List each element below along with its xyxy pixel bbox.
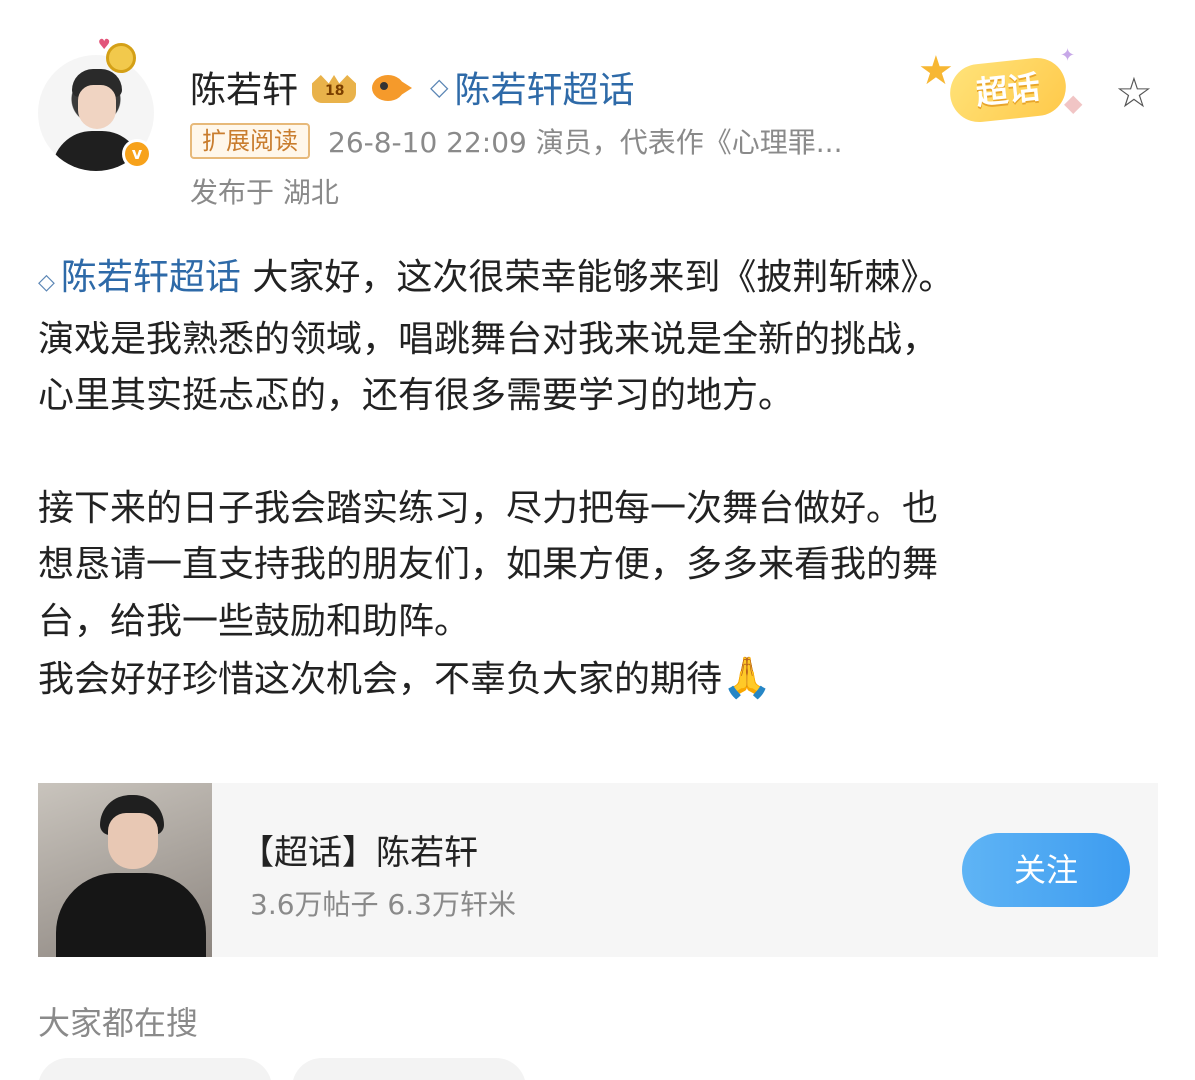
favorite-star-icon[interactable]: ☆ [1110, 69, 1158, 117]
author-name[interactable]: 陈若轩 [190, 61, 298, 113]
gem-icon: ◆ [1064, 89, 1083, 117]
verified-badge-icon: v [122, 139, 152, 169]
search-chip[interactable] [292, 1058, 526, 1080]
super-topic-link[interactable]: ◇ 陈若轩超话 [430, 61, 634, 113]
content-line-1: ◇ 陈若轩超话 大家好，这次很荣幸能够来到《披荆斩棘》。 [38, 250, 1158, 312]
meta-row: 扩展阅读 26-8-10 22:09 演员，代表作《心理罪... [190, 121, 842, 161]
post-location: 发布于 湖北 [190, 176, 339, 209]
name-row: 陈若轩 18 ◇ 陈若轩超话 [190, 63, 635, 111]
super-topic-badge[interactable]: ★ 超话 ✦ ◆ [914, 45, 1114, 135]
inline-topic-link[interactable]: ◇ 陈若轩超话 [38, 257, 241, 298]
pray-emoji-icon: 🙏 [722, 655, 772, 701]
content-line-2: 演戏是我熟悉的领域，唱跳舞台对我来说是全新的挑战， [38, 318, 939, 360]
author-avatar[interactable]: ♥ v [38, 37, 154, 171]
sparkle-icon: ✦ [1060, 45, 1076, 66]
content-line-1-text: 大家好，这次很荣幸能够来到《披荆斩棘》。 [240, 257, 955, 298]
post-header: ♥ v 陈若轩 18 ◇ 陈若轩超话 扩展阅读 26-8-10 22:09 演员… [38, 37, 1168, 215]
search-chip[interactable] [38, 1058, 272, 1080]
post-content: ◇ 陈若轩超话 大家好，这次很荣幸能够来到《披荆斩棘》。 演戏是我熟悉的领域，唱跳… [38, 250, 1158, 709]
content-line-7: 我会好好珍惜这次机会，不辜负大家的期待🙏 [38, 650, 1158, 709]
content-line-7-text: 我会好好珍惜这次机会，不辜负大家的期待 [38, 659, 723, 700]
expand-reading-tag[interactable]: 扩展阅读 [190, 123, 310, 159]
super-topic-label: 陈若轩超话 [454, 70, 635, 111]
content-line-5: 想恳请一直支持我的朋友们，如果方便，多多来看我的舞 [38, 544, 939, 585]
card-title: 【超话】陈若轩 [240, 833, 478, 873]
crown-level-icon[interactable]: 18 [308, 67, 360, 107]
content-line-4: 接下来的日子我会踏实练习，尽力把每一次舞台做好。也 [38, 487, 939, 529]
card-stats: 3.6万帖子 6.3万轩米 [250, 888, 516, 921]
avatar-face [78, 85, 116, 129]
avatar-pendant-icon: ♥ [98, 37, 142, 77]
trending-search-title: 大家都在搜 [38, 1004, 199, 1042]
inline-topic-label: 陈若轩超话 [60, 257, 241, 298]
follow-button[interactable]: 关注 [962, 833, 1130, 907]
fish-badge-icon[interactable] [370, 69, 414, 105]
pendant-ring [106, 43, 136, 73]
post-meta: 26-8-10 22:09 演员，代表作《心理罪... [328, 126, 843, 159]
diamond-icon: ◇ [38, 270, 55, 295]
content-line-6: 台，给我一些鼓励和助阵。 [38, 600, 471, 642]
content-line-3: 心里其实挺忐忑的，还有很多需要学习的地方。 [38, 375, 795, 416]
super-topic-cover-image [38, 783, 212, 957]
super-topic-badge-label: 超话 [947, 55, 1069, 125]
super-topic-card[interactable]: 【超话】陈若轩 3.6万帖子 6.3万轩米 关注 [38, 783, 1158, 957]
diamond-icon: ◇ [430, 73, 449, 101]
